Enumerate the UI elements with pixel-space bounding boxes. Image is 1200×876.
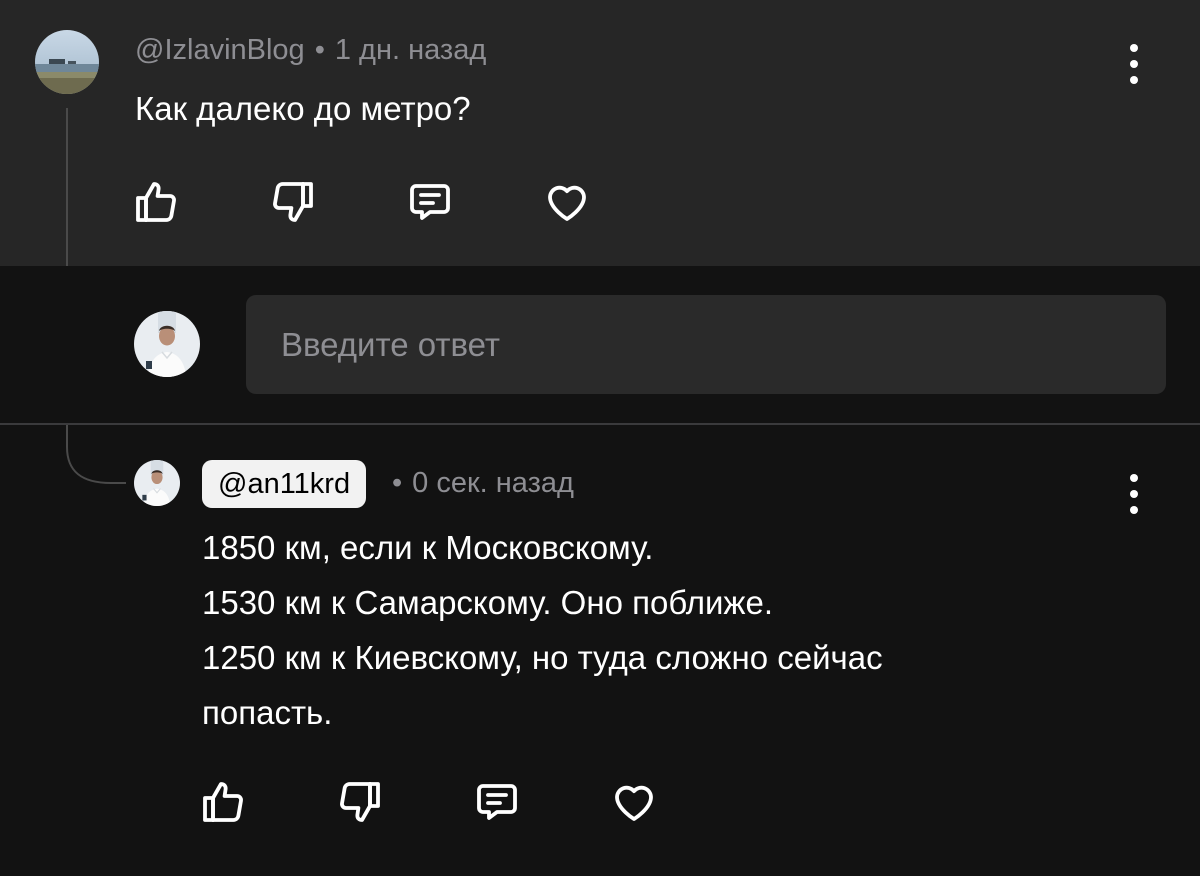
like-button[interactable]	[197, 776, 249, 828]
thread-line	[66, 108, 68, 266]
section-divider	[0, 423, 1200, 425]
reply-input[interactable]	[246, 295, 1166, 394]
thumbs-up-icon	[203, 782, 243, 822]
comment-menu-icon[interactable]	[1124, 44, 1144, 84]
reply-line: 1250 км к Киевскому, но туда сложно сейч…	[202, 639, 883, 676]
reply-time: 0 сек. назад	[412, 467, 574, 499]
comment-text: Как далеко до метро?	[135, 90, 471, 127]
like-button[interactable]	[130, 176, 182, 228]
comment-author[interactable]: @IzlavinBlog	[135, 34, 305, 66]
dislike-button[interactable]	[267, 176, 319, 228]
reply-actions	[197, 776, 660, 828]
thumbs-down-icon	[340, 782, 380, 822]
current-user-avatar	[134, 311, 200, 377]
reply-author-avatar[interactable]	[134, 460, 180, 506]
favorite-button[interactable]	[541, 176, 593, 228]
reply-text: 1850 км, если к Московскому. 1530 км к С…	[202, 520, 1102, 740]
meta-separator: •	[392, 467, 403, 499]
parent-comment: @IzlavinBlog • 1 дн. назад Как далеко до м…	[0, 0, 1200, 266]
reply-line: 1850 км, если к Московскому.	[202, 529, 654, 566]
reply-meta: • 0 сек. назад	[382, 467, 574, 500]
heart-icon	[615, 785, 653, 821]
favorite-button[interactable]	[608, 776, 660, 828]
reply-button[interactable]	[404, 176, 456, 228]
comment-time: 1 дн. назад	[334, 34, 487, 66]
commenter-avatar[interactable]	[35, 30, 99, 94]
thumbs-up-icon	[136, 182, 176, 222]
reply-line: попасть.	[202, 694, 333, 731]
comment-actions	[130, 176, 593, 228]
heart-icon	[548, 185, 586, 221]
thread-connector	[66, 425, 126, 484]
reply-menu-icon[interactable]	[1124, 474, 1144, 514]
meta-separator: •	[314, 34, 325, 66]
comment-icon	[410, 184, 450, 220]
reply-button[interactable]	[471, 776, 523, 828]
comment-icon	[477, 784, 517, 820]
reply-line: 1530 км к Самарскому. Оно поближе.	[202, 584, 774, 621]
dislike-button[interactable]	[334, 776, 386, 828]
comment-meta: @IzlavinBlog • 1 дн. назад	[135, 34, 486, 67]
reply-author-badge[interactable]: @an11krd	[202, 460, 367, 508]
thumbs-down-icon	[273, 182, 313, 222]
